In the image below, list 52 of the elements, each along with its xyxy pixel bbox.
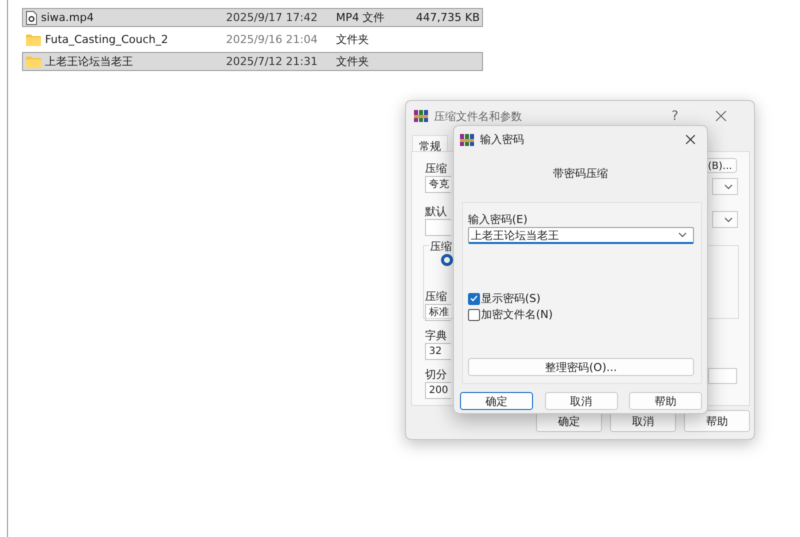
file-name: 上老王论坛当老王 xyxy=(45,54,133,69)
file-type: 文件夹 xyxy=(336,54,370,69)
modified-date: 2025/9/17 17:42 xyxy=(226,11,319,24)
window-title: 输入密码 xyxy=(480,132,525,147)
checkbox[interactable] xyxy=(468,292,480,304)
chevron-down-icon xyxy=(724,216,733,222)
field-label: 压缩 xyxy=(425,162,448,176)
field-label: 切分 xyxy=(425,368,448,382)
field-label: 字典 xyxy=(425,329,448,343)
dropdown[interactable] xyxy=(712,178,738,195)
dictionary-field[interactable]: 32 xyxy=(425,343,451,360)
file-type: MP4 文件 xyxy=(336,10,386,25)
file-row[interactable]: Futa_Casting_Couch_2 2025/9/16 21:04 文件夹 xyxy=(22,30,483,49)
books-icon xyxy=(460,132,474,146)
checkbox[interactable] xyxy=(468,308,480,320)
modified-date: 2025/7/12 21:31 xyxy=(226,55,319,68)
dropdown[interactable] xyxy=(712,211,738,228)
folder-icon xyxy=(26,34,41,46)
archive-name-field[interactable]: 夸克 xyxy=(425,176,451,193)
video-file-icon xyxy=(26,10,37,24)
chevron-down-icon xyxy=(678,232,687,238)
file-size: 447,735 KB xyxy=(416,11,480,24)
folder-icon xyxy=(26,56,41,68)
checkbox-label: 显示密码(S) xyxy=(481,291,541,306)
window-title: 压缩文件名和参数 xyxy=(434,108,523,124)
radio-button[interactable] xyxy=(441,254,453,266)
file-name: siwa.mp4 xyxy=(41,11,94,24)
close-icon[interactable] xyxy=(686,135,695,144)
profile-field[interactable] xyxy=(425,219,451,236)
split-field[interactable]: 200 xyxy=(425,382,451,399)
checkbox-label: 加密文件名(N) xyxy=(481,307,553,322)
file-row[interactable]: siwa.mp4 2025/9/17 17:42 MP4 文件 447,735 KB xyxy=(22,8,483,27)
file-name: Futa_Casting_Couch_2 xyxy=(45,33,168,46)
dialog-button[interactable]: 帮助 xyxy=(684,410,750,432)
method-field[interactable]: 标准 xyxy=(425,304,451,321)
books-icon xyxy=(414,109,428,123)
organize-passwords-button[interactable]: 整理密码(O)... xyxy=(468,358,694,376)
file-type: 文件夹 xyxy=(336,32,370,47)
field-label: 默认 xyxy=(425,205,448,219)
dialog-button[interactable]: 取消 xyxy=(544,392,618,410)
modified-date: 2025/9/16 21:04 xyxy=(226,33,319,46)
password-field[interactable]: 上老王论坛当老王 xyxy=(468,227,694,244)
dialog-heading: 带密码压缩 xyxy=(552,166,609,182)
chevron-down-icon xyxy=(724,184,733,190)
input-field[interactable] xyxy=(708,368,737,384)
dialog-button[interactable]: 确定 xyxy=(460,392,533,410)
field-label: 输入密码(E) xyxy=(468,212,529,226)
file-row[interactable]: 上老王论坛当老王 2025/7/12 21:31 文件夹 xyxy=(22,52,483,71)
dialog-button[interactable]: 帮助 xyxy=(629,392,702,410)
group-label: 压缩 xyxy=(429,239,453,254)
help-icon[interactable]: ? xyxy=(660,108,690,124)
field-label: 压缩 xyxy=(425,290,448,304)
